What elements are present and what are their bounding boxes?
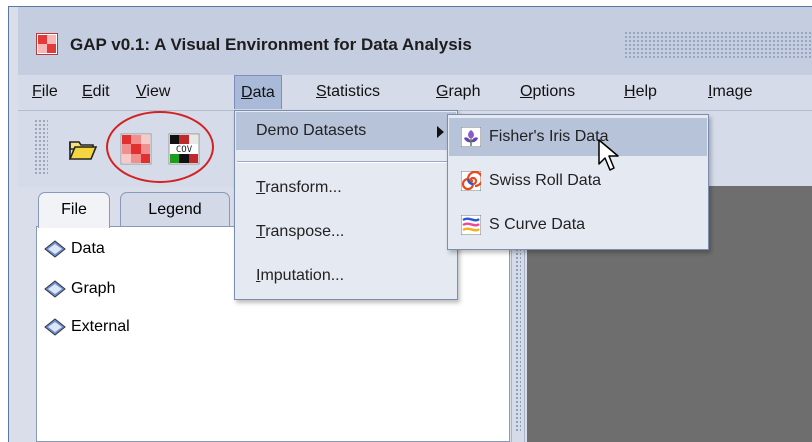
submenu-arrow-icon (437, 126, 444, 138)
menu-separator (237, 161, 455, 163)
title-bar[interactable]: GAP v0.1: A Visual Environment for Data … (18, 7, 812, 76)
data-menu: Demo Datasets Transform... Transpose... … (234, 110, 458, 300)
folder-open-icon (68, 141, 98, 160)
menu-image[interactable]: Image (702, 75, 758, 109)
demo-datasets-submenu: Fisher's Iris Data Swiss Roll Data S Cur… (447, 114, 709, 250)
menu-item-fishers-iris[interactable]: Fisher's Iris Data (449, 118, 707, 156)
dataset-icon (44, 318, 66, 336)
menu-statistics[interactable]: Statistics (310, 75, 386, 109)
toolbar-grip[interactable] (34, 119, 48, 175)
tab-legend[interactable]: Legend (120, 192, 230, 228)
window-title: GAP v0.1: A Visual Environment for Data … (70, 35, 472, 54)
mouse-pointer-icon (597, 138, 627, 174)
splitter-grip (515, 232, 521, 432)
menu-options[interactable]: Options (514, 75, 581, 109)
menu-file[interactable]: File (26, 75, 64, 109)
tree-item-external[interactable]: External (43, 315, 130, 339)
highlight-annotation-circle (106, 111, 214, 183)
swiss-roll-icon (461, 171, 481, 191)
menu-item-transpose[interactable]: Transpose... (236, 213, 456, 251)
menu-item-transform[interactable]: Transform... (236, 169, 456, 207)
dataset-icon (44, 240, 66, 258)
menu-graph[interactable]: Graph (430, 75, 486, 109)
menu-bar: File Edit View Data Statistics Graph Opt… (18, 75, 812, 111)
menu-item-swiss-roll[interactable]: Swiss Roll Data (449, 162, 707, 200)
tree-item-graph[interactable]: Graph (43, 277, 115, 301)
s-curve-icon (461, 215, 481, 235)
menu-data[interactable]: Data (234, 75, 282, 109)
dataset-icon (44, 280, 66, 298)
menu-edit[interactable]: Edit (76, 75, 116, 109)
tree-item-data[interactable]: Data (43, 237, 105, 261)
menu-item-s-curve[interactable]: S Curve Data (449, 206, 707, 244)
menu-view[interactable]: View (130, 75, 176, 109)
menu-item-imputation[interactable]: Imputation... (236, 257, 456, 295)
iris-icon (461, 127, 481, 147)
menu-help[interactable]: Help (618, 75, 663, 109)
menu-item-demo-datasets[interactable]: Demo Datasets (236, 112, 456, 150)
tab-file[interactable]: File (38, 192, 110, 228)
open-file-button[interactable] (64, 131, 100, 167)
app-icon (36, 33, 58, 55)
title-bar-grip (624, 31, 812, 59)
